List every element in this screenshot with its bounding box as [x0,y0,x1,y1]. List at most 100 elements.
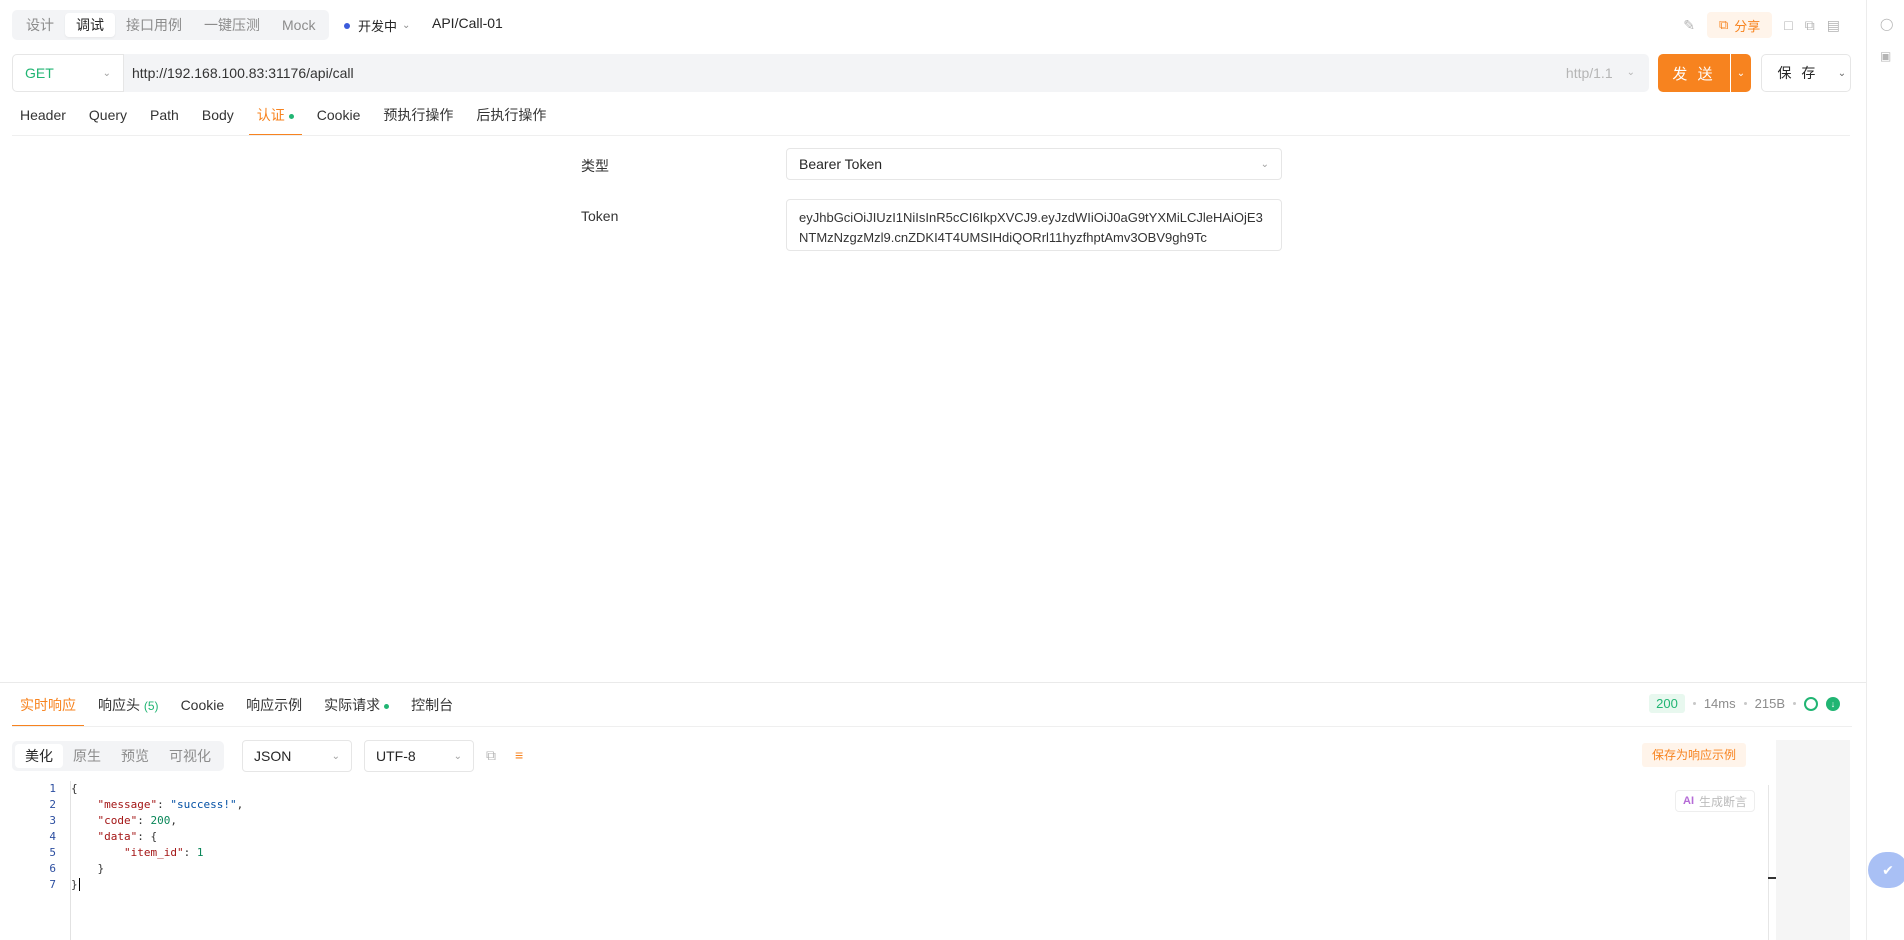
tab-response-cookie[interactable]: Cookie [173,695,233,727]
share-button[interactable]: ⧉ 分享 [1706,12,1773,38]
tab-visualize[interactable]: 可视化 [159,744,221,768]
tab-design[interactable]: 设计 [15,13,65,37]
tab-response-headers[interactable]: 响应头 (5) [90,695,167,727]
tab-post-request[interactable]: 后执行操作 [468,104,554,136]
status-dot [344,22,350,29]
divider [12,135,1850,136]
code-line: } [71,877,243,893]
delete-icon[interactable]: ▤ [1827,17,1840,34]
content-type-select[interactable]: JSON ⌄ [242,740,352,772]
tab-response-headers-label: 响应头 [98,697,140,713]
tab-header[interactable]: Header [12,104,74,136]
tab-auth[interactable]: 认证 [248,104,302,136]
save-button[interactable]: 保 存 [1761,54,1835,92]
tab-live-response[interactable]: 实时响应 [12,695,84,727]
status-dropdown[interactable]: 开发中 ⌄ [344,16,410,35]
request-tabs: Header Query Path Body 认证 Cookie 预执行操作 后… [12,104,561,136]
auth-type-select[interactable]: Bearer Token ⌄ [786,148,1282,180]
method-select[interactable]: GET ⌄ [12,54,124,92]
json-number: 1 [196,846,204,859]
active-dot [288,113,294,119]
json-number: 200 [150,814,171,827]
chevron-down-icon: ⌄ [1736,67,1746,79]
tab-actual-request[interactable]: 实际请求 [316,695,397,727]
panel-divider[interactable] [0,682,1866,683]
tab-load-test[interactable]: 一键压测 [193,13,271,37]
tab-preview[interactable]: 预览 [111,744,159,768]
tab-query[interactable]: Query [81,104,135,136]
response-size: 215B [1754,696,1785,711]
line-numbers: 1 2 3 4 5 6 7 [12,781,70,893]
tab-console[interactable]: 控制台 [403,695,461,727]
edit-icon[interactable]: ✎ [1683,17,1695,34]
chevron-down-icon: ⌄ [331,750,340,762]
tab-pre-request[interactable]: 预执行操作 [375,104,461,136]
copy-icon[interactable]: ⧉ [1805,17,1815,34]
json-key: "message" [97,798,158,811]
share-label: 分享 [1734,18,1761,34]
response-time: 14ms [1703,696,1736,711]
tab-cookie[interactable]: Cookie [309,104,369,136]
save-as-example-button[interactable]: 保存为响应示例 [1642,743,1747,767]
line-number: 1 [49,782,56,795]
send-button[interactable]: 发 送 [1658,54,1730,92]
separator-dot [1793,702,1796,705]
save-options-button[interactable]: ⌄ [1834,54,1851,92]
encoding-select[interactable]: UTF-8 ⌄ [364,740,474,772]
tab-debug[interactable]: 调试 [65,13,115,37]
response-editor[interactable]: 1 2 3 4 5 6 7 { "message": "success!", "… [12,781,1767,940]
auth-type-value: Bearer Token [799,156,883,172]
code-content: { "message": "success!", "code": 200, "d… [70,781,243,940]
json-string: "success!" [170,798,237,811]
scroll-marker [1768,877,1776,879]
encoding-value: UTF-8 [376,748,416,764]
copy-icon[interactable]: ⧉ [486,747,496,764]
info-icon[interactable]: ◯ [1880,17,1893,31]
code-line: } [71,861,243,877]
status-label: 开发中 [358,19,398,34]
active-dot [384,703,390,709]
tab-pretty[interactable]: 美化 [15,744,63,768]
protocol-select[interactable]: http/1.1 ⌄ [1566,54,1635,92]
tab-test-cases[interactable]: 接口用例 [115,13,193,37]
send-options-button[interactable]: ⌄ [1731,54,1751,92]
tab-path[interactable]: Path [142,104,187,136]
line-number: 2 [49,798,56,811]
response-tabs: 实时响应 响应头 (5) Cookie 响应示例 实际请求 控制台 [12,695,467,727]
assistant-icon[interactable]: ✔ [1868,852,1904,888]
divider [12,726,1852,727]
ai-badge: AI [1683,795,1694,807]
line-number: 6 [49,862,56,875]
lock-icon[interactable]: □ [1784,17,1792,33]
chevron-down-icon: ⌄ [1626,67,1635,78]
token-input[interactable]: eyJhbGciOiJIUzI1NiIsInR5cCI6IkpXVCJ9.eyJ… [786,199,1282,251]
globe-icon[interactable] [1804,696,1818,711]
brace: { [71,782,78,795]
json-key: "item_id" [123,846,184,859]
editor-scrollbar[interactable] [1768,785,1769,940]
line-number: 4 [49,830,56,843]
content-type-value: JSON [254,748,292,764]
code-line: "data": { [97,830,158,843]
text-cursor [78,878,87,891]
tab-response-example[interactable]: 响应示例 [238,695,310,727]
api-name[interactable]: API/Call-01 [432,15,503,31]
tab-raw[interactable]: 原生 [63,744,111,768]
tab-mock[interactable]: Mock [271,13,326,37]
line-number: 7 [49,878,56,891]
protocol-value: http/1.1 [1565,65,1613,81]
tab-body[interactable]: Body [194,104,242,136]
chevron-down-icon: ⌄ [1260,158,1269,170]
chevron-down-icon: ⌄ [1837,67,1847,79]
token-label: Token [581,208,619,224]
download-icon[interactable]: ↓ [1826,696,1840,711]
ai-generate-assertion-button[interactable]: AI 生成断言 [1675,790,1756,812]
status-badge: 200 [1649,694,1685,713]
url-bar: GET ⌄ http/1.1 ⌄ [12,54,1649,92]
wrap-lines-icon[interactable]: ≡ [515,747,523,763]
tab-auth-label: 认证 [256,107,285,123]
auth-type-label: 类型 [581,158,609,174]
minimap[interactable] [1776,740,1850,940]
url-input[interactable] [132,54,1432,92]
code-snippet-icon[interactable]: ▣ [1880,49,1891,63]
